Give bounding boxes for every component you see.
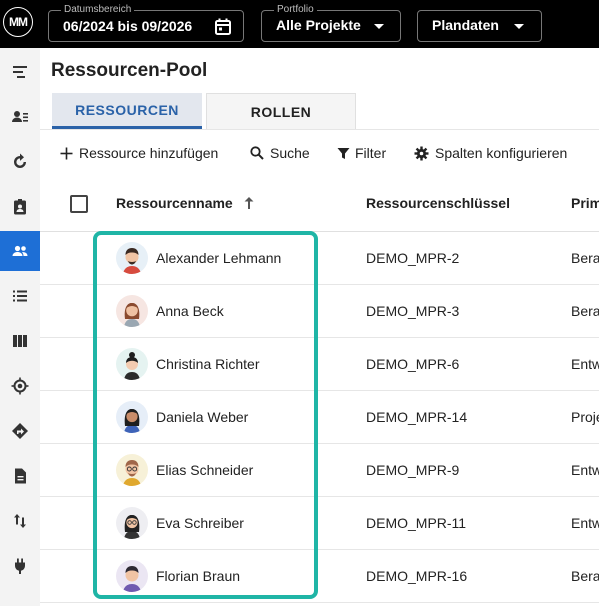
plus-icon bbox=[60, 147, 73, 160]
resource-key: DEMO_MPR-16 bbox=[366, 568, 468, 584]
resource-key: DEMO_MPR-11 bbox=[366, 515, 467, 531]
columns-icon bbox=[13, 335, 27, 347]
column-header-primary-role[interactable]: Prim bbox=[571, 195, 599, 211]
tab-rollen[interactable]: ROLLEN bbox=[206, 93, 356, 129]
resource-primary-role: Entw bbox=[571, 515, 599, 531]
sidebar-item-gantt[interactable] bbox=[0, 52, 40, 92]
swap-vertical-icon bbox=[14, 514, 26, 528]
gantt-icon bbox=[13, 66, 27, 78]
date-range-field[interactable]: Datumsbereich 06/2024 bis 09/2026 bbox=[48, 3, 244, 42]
sidebar-item-transfer[interactable] bbox=[0, 501, 40, 541]
resource-key: DEMO_MPR-2 bbox=[366, 250, 460, 266]
filter-label: Filter bbox=[355, 145, 387, 161]
chevron-down-icon bbox=[514, 24, 524, 29]
chevron-down-icon bbox=[374, 24, 384, 29]
resource-key: DEMO_MPR-9 bbox=[366, 462, 460, 478]
add-resource-button[interactable]: Ressource hinzufügen bbox=[60, 144, 218, 162]
gear-icon bbox=[414, 146, 429, 161]
tab-ressourcen[interactable]: RESSOURCEN bbox=[52, 93, 202, 129]
data-type-select[interactable]: Plandaten bbox=[417, 10, 542, 42]
column-header-label: Ressourcenname bbox=[116, 195, 233, 211]
target-icon bbox=[11, 377, 29, 395]
person-list-icon bbox=[12, 111, 28, 122]
document-icon bbox=[15, 468, 26, 484]
sidebar-item-integrations[interactable] bbox=[0, 546, 40, 586]
sidebar-item-badge[interactable] bbox=[0, 187, 40, 227]
badge-icon bbox=[14, 199, 26, 215]
sidebar-item-board[interactable] bbox=[0, 321, 40, 361]
resource-key: DEMO_MPR-6 bbox=[366, 356, 460, 372]
resource-primary-role: Bera bbox=[571, 568, 599, 584]
search-icon bbox=[250, 146, 264, 160]
list-icon bbox=[13, 290, 27, 302]
select-all-checkbox[interactable] bbox=[70, 195, 88, 213]
portfolio-value: Alle Projekte bbox=[276, 17, 361, 33]
resource-key: DEMO_MPR-14 bbox=[366, 409, 468, 425]
directions-icon bbox=[12, 423, 28, 439]
page-title: Ressourcen-Pool bbox=[51, 60, 208, 81]
refresh-icon bbox=[14, 153, 26, 168]
sidebar-item-list[interactable] bbox=[0, 276, 40, 316]
sidebar-item-resource-pool[interactable] bbox=[0, 231, 40, 271]
sidebar-item-refresh[interactable] bbox=[0, 142, 40, 182]
people-icon bbox=[12, 245, 28, 256]
tabs-divider bbox=[40, 129, 599, 130]
sidebar-item-directions[interactable] bbox=[0, 411, 40, 451]
sort-ascending-icon[interactable] bbox=[243, 196, 255, 212]
table-header: Ressourcenname Ressourcenschlüssel Prim bbox=[40, 176, 599, 232]
sidebar bbox=[0, 48, 40, 606]
resource-primary-role: Bera bbox=[571, 250, 599, 266]
data-type-value: Plandaten bbox=[432, 17, 499, 33]
highlight-box bbox=[93, 231, 318, 599]
column-header-resource-key[interactable]: Ressourcenschlüssel bbox=[366, 195, 510, 211]
filter-button[interactable]: Filter bbox=[337, 144, 386, 162]
date-range-value: 06/2024 bis 09/2026 bbox=[63, 18, 193, 34]
sidebar-item-resources-list[interactable] bbox=[0, 97, 40, 137]
top-bar: MM Datumsbereich 06/2024 bis 09/2026 Por… bbox=[0, 0, 599, 48]
resource-primary-role: Proje bbox=[571, 409, 599, 425]
sidebar-item-target[interactable] bbox=[0, 366, 40, 406]
resource-primary-role: Bera bbox=[571, 303, 599, 319]
sidebar-item-documents[interactable] bbox=[0, 456, 40, 496]
resource-primary-role: Entw bbox=[571, 356, 599, 372]
portfolio-label: Portfolio bbox=[274, 3, 317, 16]
date-range-label: Datumsbereich bbox=[61, 3, 135, 16]
filter-icon bbox=[337, 147, 350, 160]
plug-icon bbox=[15, 558, 25, 574]
search-label: Suche bbox=[270, 145, 310, 161]
app-logo[interactable]: MM bbox=[3, 7, 33, 37]
portfolio-select[interactable]: Portfolio Alle Projekte bbox=[261, 3, 401, 42]
add-resource-label: Ressource hinzufügen bbox=[79, 145, 219, 161]
calendar-icon[interactable] bbox=[215, 18, 231, 40]
configure-columns-label: Spalten konfigurieren bbox=[435, 145, 568, 161]
resource-primary-role: Entw bbox=[571, 462, 599, 478]
resource-key: DEMO_MPR-3 bbox=[366, 303, 460, 319]
column-header-resource-name[interactable]: Ressourcenname bbox=[116, 195, 255, 212]
configure-columns-button[interactable]: Spalten konfigurieren bbox=[414, 144, 567, 162]
search-button[interactable]: Suche bbox=[250, 144, 310, 162]
